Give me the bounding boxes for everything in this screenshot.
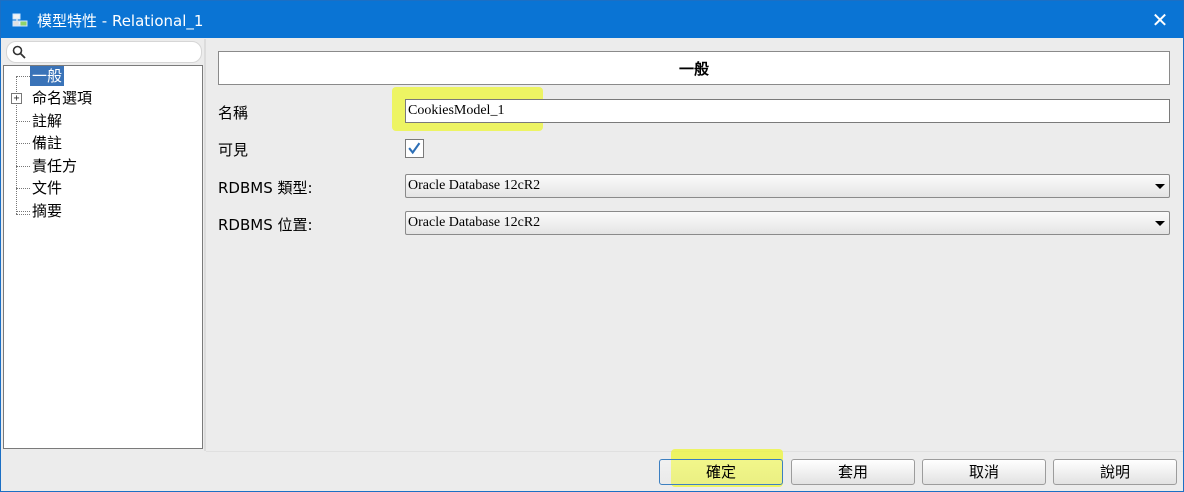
rdbms-type-value: Oracle Database 12cR2	[408, 178, 541, 193]
tree-connector	[16, 76, 30, 77]
close-button[interactable]: ✕	[1147, 7, 1173, 33]
tree-item-naming-options[interactable]: 命名選項	[30, 88, 94, 108]
cancel-button[interactable]: 取消	[922, 459, 1046, 485]
tree-search-input[interactable]	[6, 41, 202, 63]
rdbms-type-label: RDBMS 類型:	[218, 179, 313, 197]
visible-label: 可見	[218, 141, 249, 159]
rdbms-site-select[interactable]: Oracle Database 12cR2	[405, 211, 1170, 235]
panel-splitter[interactable]	[204, 39, 206, 451]
name-label: 名稱	[218, 104, 249, 122]
search-icon	[12, 45, 26, 59]
tree-connector	[16, 166, 30, 167]
dropdown-arrow-icon	[1155, 184, 1165, 189]
model-app-icon	[12, 13, 28, 27]
section-title: 一般	[218, 51, 1170, 85]
tree-item-comments[interactable]: 註解	[30, 111, 64, 131]
tree-item-general[interactable]: 一般	[30, 66, 65, 86]
rdbms-type-select[interactable]: Oracle Database 12cR2	[405, 174, 1170, 198]
tree-connector	[16, 143, 30, 144]
tree-item-responsible-parties[interactable]: 責任方	[30, 156, 79, 176]
tree-item-notes[interactable]: 備註	[30, 133, 64, 153]
tree-connector	[16, 214, 30, 215]
title-bar[interactable]: 模型特性 - Relational_1 ✕	[1, 1, 1183, 38]
dropdown-arrow-icon	[1155, 221, 1165, 226]
model-properties-dialog: 模型特性 - Relational_1 ✕ 一般 + 命名選項 註解 備註 責任…	[0, 0, 1184, 492]
tree-connector	[16, 188, 30, 189]
navigation-panel: 一般 + 命名選項 註解 備註 責任方 文件 摘要	[3, 39, 203, 451]
close-icon: ✕	[1151, 8, 1169, 32]
help-button[interactable]: 說明	[1053, 459, 1177, 485]
tree-connector	[16, 211, 30, 212]
navigation-tree: 一般 + 命名選項 註解 備註 責任方 文件 摘要	[3, 65, 203, 449]
window-title: 模型特性 - Relational_1	[37, 12, 204, 30]
name-field[interactable]: CookiesModel_1	[405, 99, 1170, 123]
rdbms-site-value: Oracle Database 12cR2	[408, 215, 541, 230]
visible-checkbox[interactable]	[405, 139, 424, 158]
tree-connector	[16, 121, 30, 122]
tree-item-summary[interactable]: 摘要	[30, 201, 64, 221]
ok-button[interactable]: 確定	[659, 459, 783, 485]
rdbms-site-label: RDBMS 位置:	[218, 216, 313, 234]
tree-item-documents[interactable]: 文件	[30, 178, 64, 198]
checkmark-icon	[408, 142, 421, 155]
apply-button[interactable]: 套用	[791, 459, 915, 485]
expand-plus-icon[interactable]: +	[11, 93, 22, 104]
